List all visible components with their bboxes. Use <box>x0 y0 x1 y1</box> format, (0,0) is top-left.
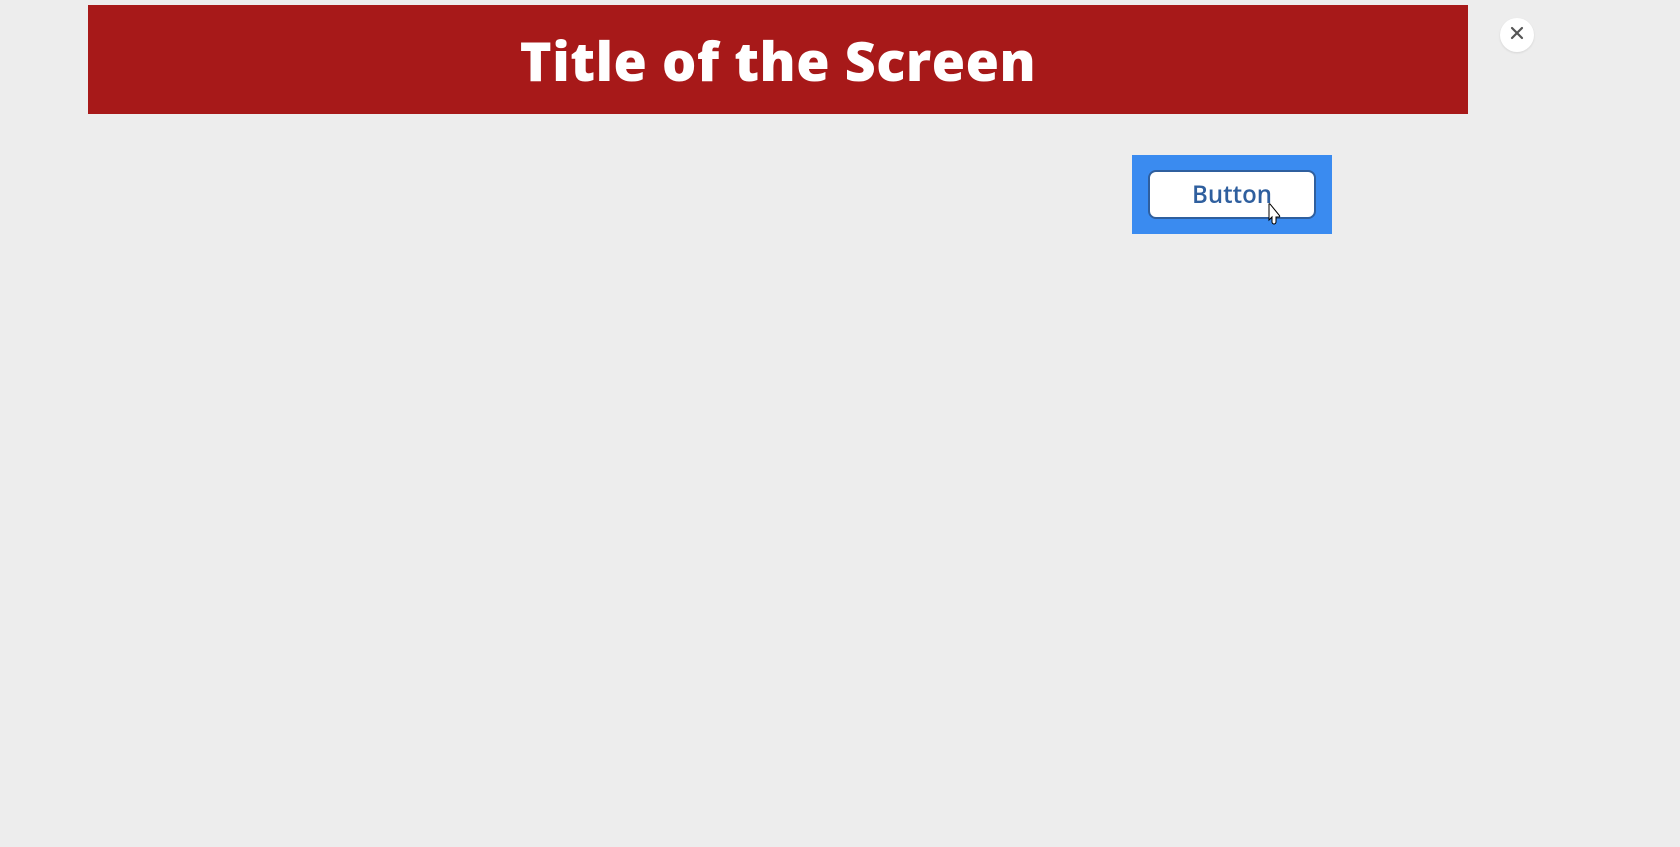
header-bar: Title of the Screen <box>88 5 1468 114</box>
action-button[interactable]: Button <box>1148 170 1316 219</box>
action-button-label: Button <box>1192 178 1272 211</box>
page-title: Title of the Screen <box>520 23 1036 97</box>
close-button[interactable] <box>1500 18 1534 52</box>
highlight-annotation: Button <box>1132 155 1332 234</box>
page-container: Title of the Screen Button <box>88 5 1468 847</box>
close-icon <box>1509 24 1525 46</box>
content-area: Button <box>88 114 1468 847</box>
